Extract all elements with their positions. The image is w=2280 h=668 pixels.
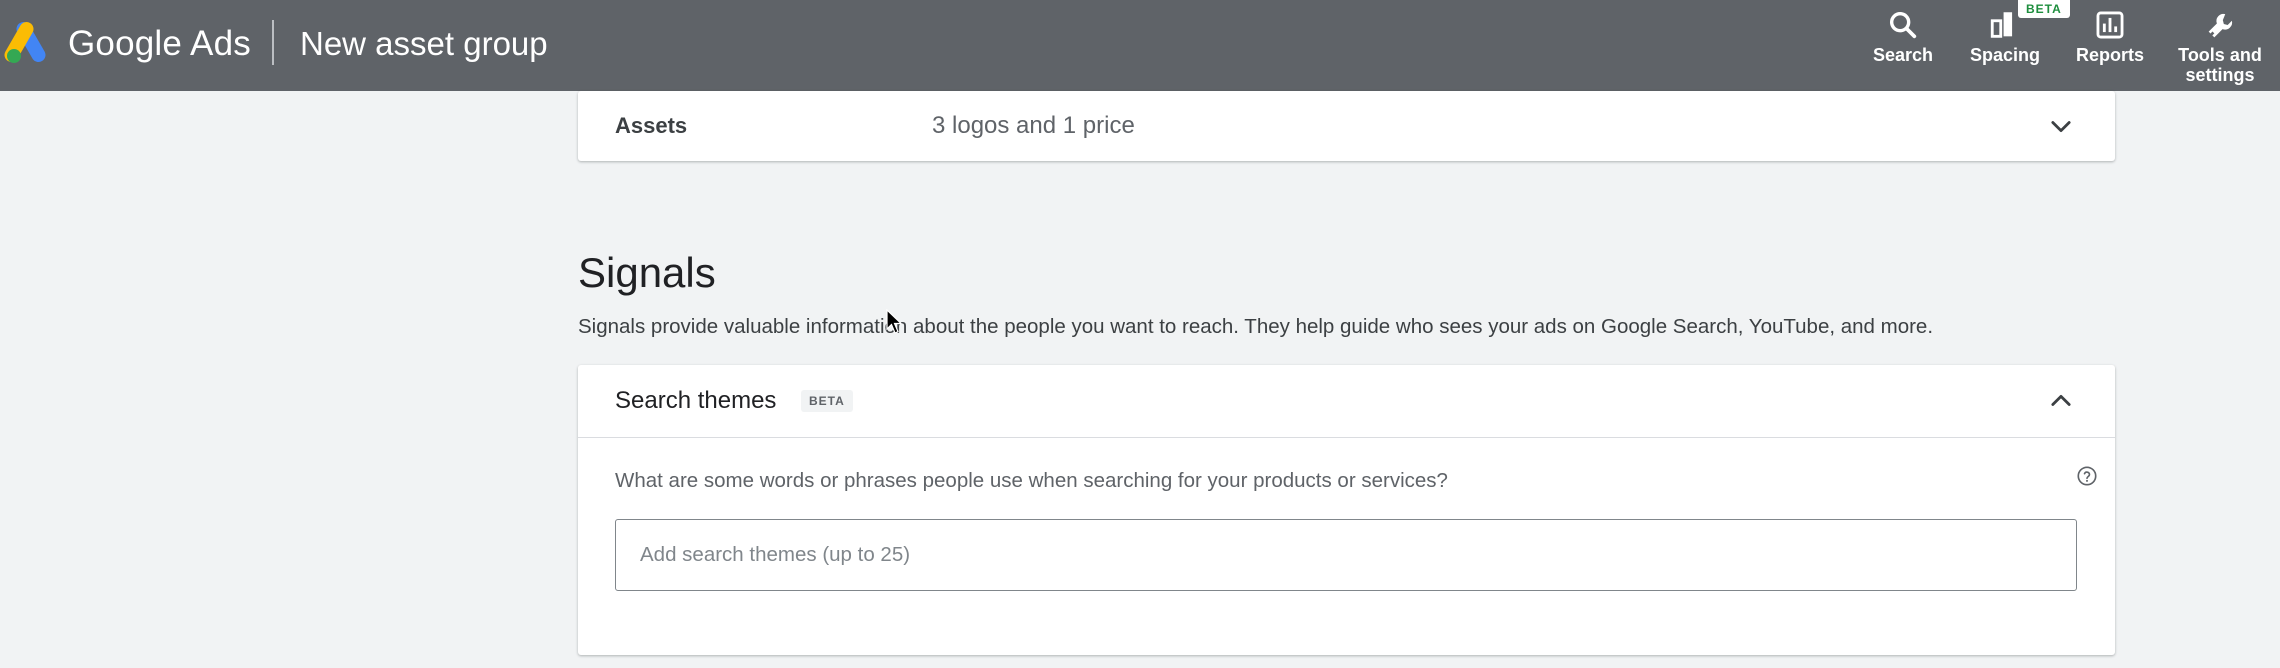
reports-button-label: Reports [2075,45,2144,65]
search-button[interactable]: Search [1872,0,1934,91]
signals-heading: Signals [578,249,716,296]
brand-name[interactable]: Google Ads [68,22,251,66]
spacing-button-label: Spacing [1970,45,2041,65]
tools-and-settings-label: Tools and settings [2178,45,2262,85]
assets-label: Assets [615,113,688,138]
search-icon [1889,11,1917,39]
search-themes-beta-badge: BETA [801,390,853,412]
tools-and-settings-button[interactable]: Tools and settings [2170,0,2270,91]
search-themes-title: Search themes [615,387,777,414]
spacing-beta-badge: BETA [2018,0,2070,18]
assets-section-card[interactable]: Assets 3 logos and 1 price [578,91,2115,161]
search-themes-card: Search themes BETA What are some words o… [578,365,2115,655]
chevron-up-icon[interactable] [2047,387,2075,415]
chevron-down-icon[interactable] [2047,112,2075,140]
mouse-pointer-icon [886,309,903,334]
top-app-bar: Google Ads New asset group Search Spacin… [0,0,2280,91]
spacing-icon [1990,12,2013,38]
page-title: New asset group [300,25,548,62]
search-themes-question: What are some words or phrases people us… [615,469,1448,492]
search-themes-input[interactable] [615,519,2077,591]
help-icon[interactable] [2076,465,2098,487]
assets-summary: 3 logos and 1 price [932,112,1135,139]
google-ads-logo-icon[interactable] [4,20,52,64]
signals-description: Signals provide valuable information abo… [578,315,1934,338]
search-themes-header[interactable]: Search themes BETA [578,365,2115,438]
wrench-icon [2208,13,2233,38]
reports-icon [2096,11,2124,39]
search-button-label: Search [1872,45,1934,65]
header-divider [272,20,274,65]
reports-button[interactable]: Reports [2072,0,2148,91]
